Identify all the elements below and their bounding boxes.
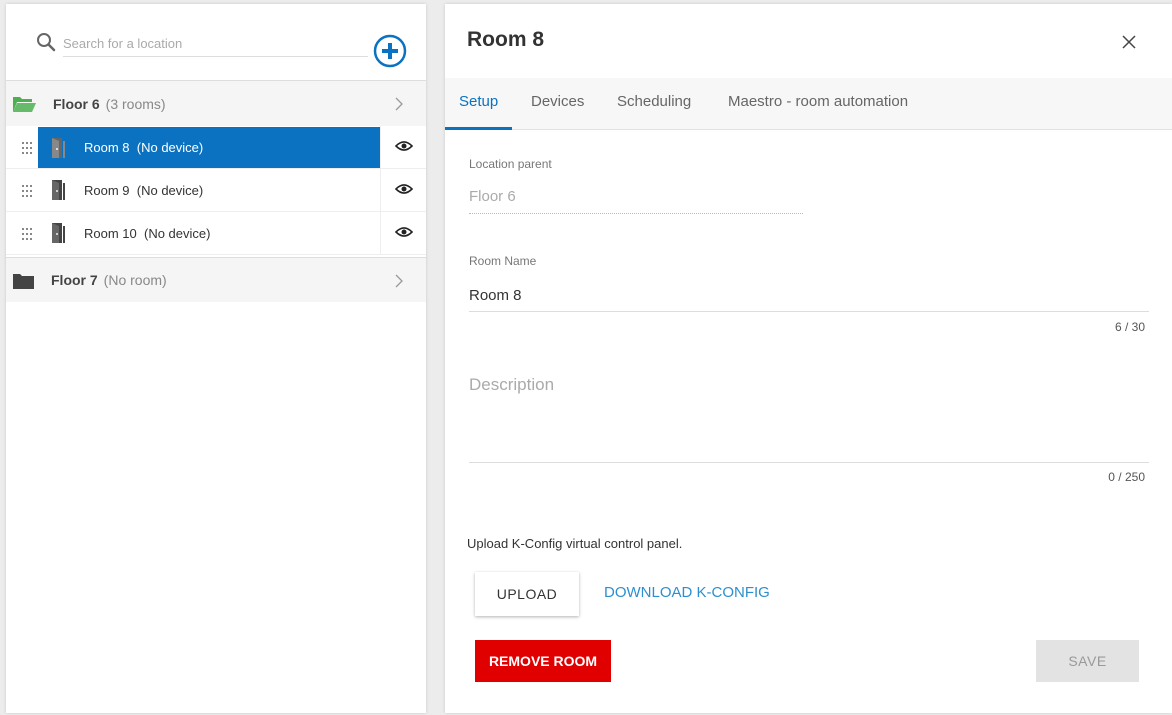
- floor-label: Floor 6 (3 rooms): [53, 96, 166, 112]
- tab-maestro[interactable]: Maestro - room automation: [714, 78, 922, 130]
- floor-name: Floor 6: [53, 95, 100, 112]
- floor-row-floor-7[interactable]: Floor 7 (No room): [6, 257, 426, 302]
- floor-name: Floor 7: [51, 272, 98, 288]
- eye-icon[interactable]: [395, 225, 413, 239]
- upload-description: Upload K-Config virtual control panel.: [467, 536, 683, 551]
- room-label: Room 10 (No device): [84, 226, 210, 241]
- room-label: Room 8 (No device): [84, 140, 203, 155]
- room-item[interactable]: Room 10 (No device): [38, 212, 380, 254]
- chevron-right-icon[interactable]: [394, 273, 404, 289]
- room-status: (No device): [143, 225, 211, 241]
- door-icon: [52, 223, 65, 243]
- description-underline: [469, 462, 1149, 463]
- folder-open-icon: [13, 97, 36, 112]
- download-kconfig-link[interactable]: DOWNLOAD K-CONFIG: [604, 584, 770, 601]
- room-row-room-9[interactable]: Room 9 (No device): [6, 169, 426, 212]
- page-title: Room 8: [467, 28, 545, 51]
- location-parent-value: Floor 6: [469, 188, 516, 205]
- floor-count: (No room): [103, 272, 167, 288]
- door-icon: [52, 137, 65, 158]
- room-item[interactable]: Room 8 (No device): [38, 127, 380, 168]
- floor-count: (3 rooms): [105, 95, 166, 112]
- description-counter: 0 / 250: [1108, 470, 1145, 484]
- eye-icon[interactable]: [395, 139, 413, 153]
- search-input[interactable]: [63, 31, 368, 57]
- eye-icon[interactable]: [395, 182, 413, 196]
- room-name-label: Room Name: [469, 254, 537, 268]
- location-tree-panel: Floor 6 (3 rooms) Room 8 (No device): [6, 4, 426, 713]
- visibility-toggle[interactable]: [380, 212, 426, 254]
- remove-room-button[interactable]: REMOVE ROOM: [475, 640, 611, 682]
- room-status: (No device): [136, 182, 204, 198]
- close-icon[interactable]: [1121, 34, 1137, 50]
- room-name: Room 10: [84, 225, 137, 241]
- door-icon: [52, 180, 65, 200]
- room-name-underline: [469, 311, 1149, 312]
- location-parent-label: Location parent: [469, 157, 552, 171]
- tab-devices[interactable]: Devices: [517, 78, 598, 130]
- room-row-room-10[interactable]: Room 10 (No device): [6, 212, 426, 255]
- tab-setup[interactable]: Setup: [445, 78, 513, 130]
- floor-label: Floor 7 (No room): [51, 272, 167, 288]
- drag-handle-icon[interactable]: [22, 142, 32, 154]
- folder-icon: [13, 274, 34, 289]
- room-name-counter: 6 / 30: [1114, 320, 1145, 334]
- add-location-icon[interactable]: [373, 34, 407, 68]
- floor-row-floor-6[interactable]: Floor 6 (3 rooms): [6, 81, 426, 126]
- search-row: [6, 4, 426, 81]
- drag-handle-icon[interactable]: [22, 228, 32, 240]
- tab-scheduling[interactable]: Scheduling: [603, 78, 705, 130]
- location-parent-underline: [469, 213, 803, 214]
- visibility-toggle[interactable]: [380, 126, 426, 168]
- room-label: Room 9 (No device): [84, 183, 203, 198]
- room-row-room-8[interactable]: Room 8 (No device): [6, 126, 426, 169]
- room-name: Room 9: [84, 182, 130, 198]
- room-name-input[interactable]: [469, 283, 1149, 307]
- room-status: (No device): [136, 140, 204, 155]
- visibility-toggle[interactable]: [380, 169, 426, 211]
- search-icon: [37, 33, 56, 52]
- room-detail-panel: Room 8 Setup Devices Scheduling Maestro …: [445, 4, 1172, 713]
- room-item[interactable]: Room 9 (No device): [38, 169, 380, 211]
- upload-button[interactable]: UPLOAD: [475, 572, 579, 616]
- room-name: Room 8: [84, 140, 130, 155]
- chevron-right-icon[interactable]: [394, 96, 404, 112]
- drag-handle-icon[interactable]: [22, 185, 32, 197]
- description-textarea[interactable]: [469, 375, 1149, 455]
- tab-bar: Setup Devices Scheduling Maestro - room …: [445, 78, 1172, 130]
- save-button[interactable]: SAVE: [1036, 640, 1139, 682]
